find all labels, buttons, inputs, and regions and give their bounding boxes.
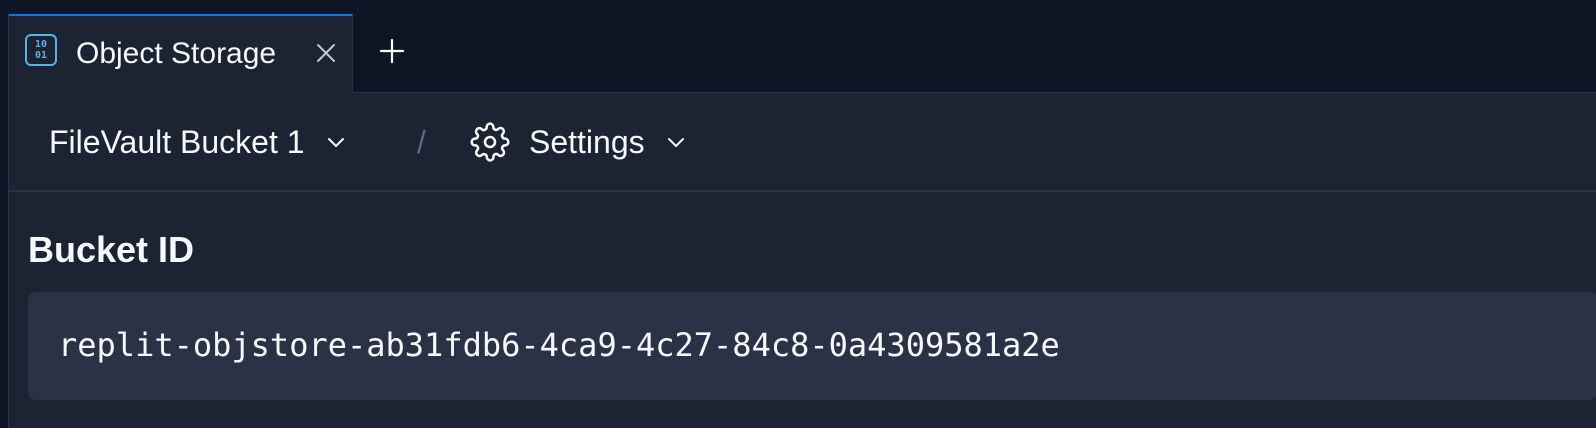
bucket-name: FileVault Bucket 1	[49, 124, 305, 160]
tab-bar: 10 01 Object Storage	[9, 14, 1596, 93]
bucket-id-heading: Bucket ID	[28, 229, 195, 270]
breadcrumb-separator: /	[417, 124, 426, 160]
section-name: Settings	[529, 124, 645, 160]
close-icon[interactable]	[315, 42, 337, 64]
chevron-down-icon	[327, 138, 344, 147]
tab-object-storage[interactable]: 10 01 Object Storage	[9, 14, 353, 93]
bucket-selector[interactable]: FileVault Bucket 1	[49, 123, 347, 161]
breadcrumb: FileVault Bucket 1 / Settings	[9, 93, 1596, 192]
bucket-id-field[interactable]: replit-objstore-ab31fdb6-4ca9-4c27-84c8-…	[28, 292, 1596, 400]
chevron-down-icon	[667, 138, 684, 147]
settings-selector[interactable]: Settings	[470, 122, 687, 162]
binary-icon: 10 01	[25, 34, 57, 66]
bucket-id-value[interactable]: replit-objstore-ab31fdb6-4ca9-4c27-84c8-…	[58, 325, 1060, 365]
gear-icon	[470, 122, 510, 162]
new-tab-plus-icon[interactable]	[379, 38, 405, 64]
tab-label: Object Storage	[76, 37, 277, 70]
object-storage-pane: 10 01 Object Storage FileVault Bucket 1 …	[8, 14, 1596, 428]
